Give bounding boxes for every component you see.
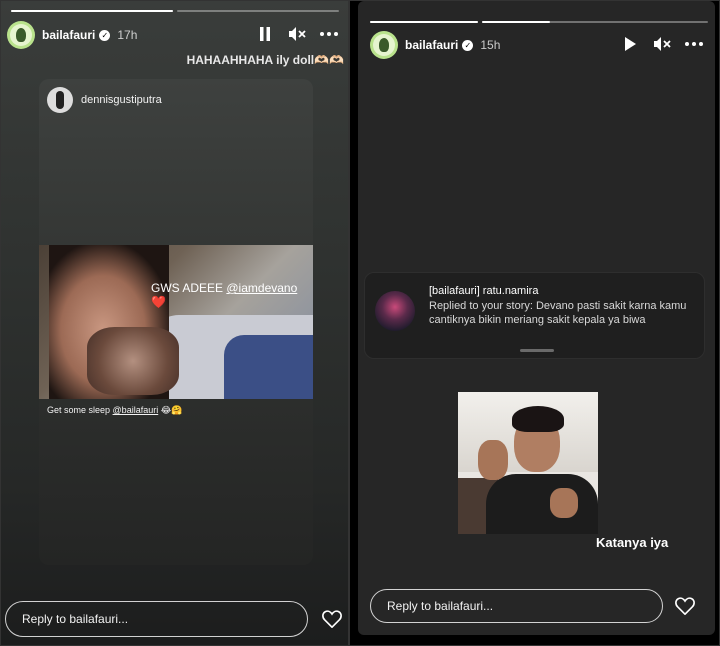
photo-overlay-text: GWS ADEEE @iamdevano ❤️ bbox=[151, 281, 313, 309]
heart-emoji: ❤️ bbox=[151, 295, 166, 309]
photo-person-body bbox=[486, 474, 598, 534]
photo-person-hair bbox=[512, 406, 564, 432]
photo-snack bbox=[87, 327, 179, 395]
verified-badge-icon: ✓ bbox=[99, 29, 111, 41]
notification-title: [bailafauri] ratu.namira bbox=[429, 285, 539, 297]
overlay-text: GWS ADEEE bbox=[151, 281, 224, 295]
overlay-mention[interactable]: @iamdevano bbox=[226, 281, 297, 295]
story-header: bailafauri ✓ 15h bbox=[358, 29, 715, 61]
story-photo bbox=[458, 392, 598, 534]
verified-badge-icon: ✓ bbox=[462, 39, 474, 51]
story-progress-bar-1 bbox=[11, 10, 173, 12]
shared-post-avatar bbox=[47, 87, 73, 113]
caption-text: Get some sleep bbox=[47, 405, 111, 415]
avatar-image bbox=[10, 24, 32, 46]
notification-drag-handle[interactable] bbox=[520, 349, 554, 352]
avatar[interactable] bbox=[7, 21, 35, 49]
caption-mention[interactable]: @bailafauri bbox=[113, 405, 159, 415]
more-icon[interactable] bbox=[685, 35, 703, 53]
play-icon[interactable] bbox=[621, 35, 639, 53]
mute-icon[interactable] bbox=[288, 25, 306, 43]
photo-hand bbox=[550, 488, 578, 518]
notification-body: Replied to your story: Devano pasti saki… bbox=[429, 300, 687, 326]
photo-hand bbox=[478, 440, 508, 480]
reply-placeholder: Reply to bailafauri... bbox=[387, 599, 494, 613]
story-progress-bar-2 bbox=[482, 21, 708, 23]
progress-fill bbox=[370, 21, 478, 23]
story-caption: Katanya iya bbox=[596, 535, 669, 550]
reply-input[interactable]: Reply to bailafauri... bbox=[370, 589, 663, 623]
mute-icon[interactable] bbox=[653, 35, 671, 53]
heart-icon[interactable] bbox=[674, 595, 696, 617]
avatar-image bbox=[373, 34, 395, 56]
photo-blanket bbox=[224, 335, 313, 399]
story-progress-bar-1 bbox=[370, 21, 478, 23]
progress-fill bbox=[11, 10, 173, 12]
story-caption: HAHAAHHAHA ily doll🫶🏻🫶🏻 bbox=[186, 53, 344, 67]
story-username[interactable]: bailafauri bbox=[42, 28, 95, 42]
heart-icon[interactable] bbox=[321, 608, 343, 630]
reply-notification-card[interactable]: [bailafauri] ratu.namira Replied to your… bbox=[364, 272, 705, 359]
reply-input[interactable]: Reply to bailafauri... bbox=[5, 601, 308, 637]
story-header: bailafauri ✓ 17h bbox=[1, 19, 348, 51]
pause-icon[interactable] bbox=[256, 25, 274, 43]
shared-post-caption: Get some sleep @bailafauri 😂🤗 bbox=[47, 405, 182, 416]
shared-post-card[interactable]: dennisgustiputra GWS ADEEE @iamdevano ❤️… bbox=[39, 79, 313, 565]
reply-placeholder: Reply to bailafauri... bbox=[22, 612, 129, 626]
shared-post-username[interactable]: dennisgustiputra bbox=[81, 94, 162, 106]
more-icon[interactable] bbox=[320, 25, 338, 43]
story-timestamp: 15h bbox=[480, 38, 501, 52]
story-timestamp: 17h bbox=[117, 28, 138, 42]
progress-fill bbox=[482, 21, 550, 23]
story-progress-bar-2 bbox=[177, 10, 339, 12]
shared-post-photo: GWS ADEEE @iamdevano ❤️ bbox=[39, 245, 313, 399]
story-viewer-left: bailafauri ✓ 17h HAHAAHHAHA ily doll🫶🏻🫶🏻… bbox=[0, 0, 349, 646]
caption-emoji: 😂🤗 bbox=[160, 405, 183, 415]
story-viewer-right: bailafauri ✓ 15h [bailafauri] ratu.namir… bbox=[349, 0, 720, 646]
notification-avatar bbox=[375, 291, 415, 331]
story-username[interactable]: bailafauri bbox=[405, 38, 458, 52]
avatar[interactable] bbox=[370, 31, 398, 59]
